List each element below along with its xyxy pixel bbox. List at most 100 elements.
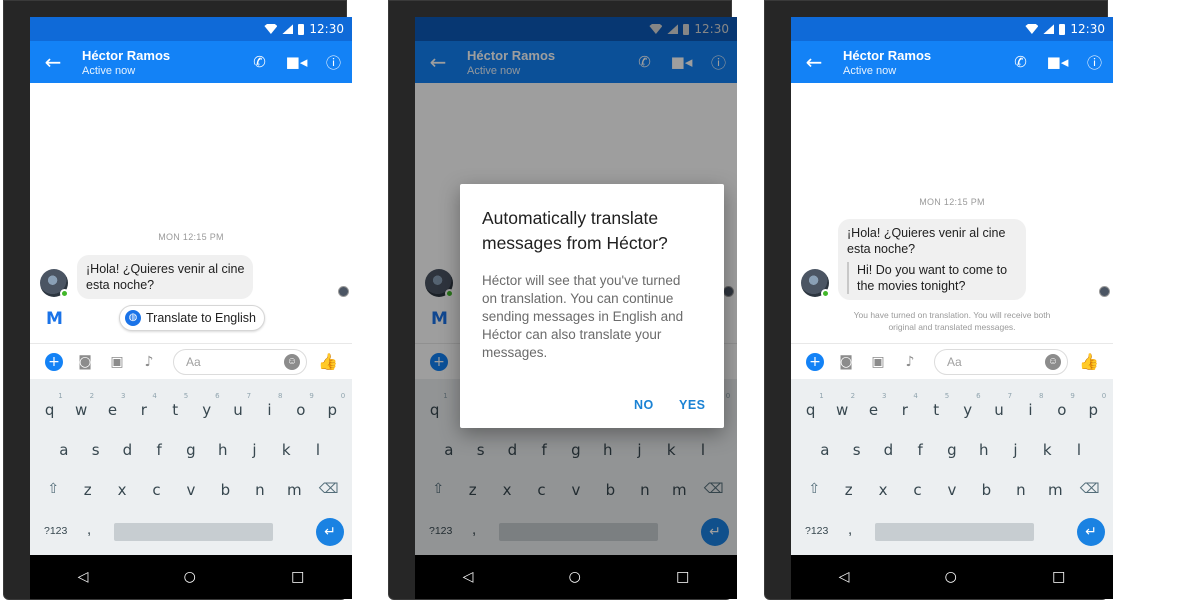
camera-icon[interactable]: ◙ (69, 354, 101, 370)
translate-suggestion-chip[interactable]: ◍ Translate to English (119, 305, 266, 331)
message-bubble[interactable]: ¡Hola! ¿Quieres venir al cine esta noche… (77, 255, 254, 299)
key[interactable]: v (177, 481, 205, 499)
shift-icon[interactable]: ⇧ (800, 481, 828, 499)
square-recents-icon[interactable]: □ (291, 569, 304, 585)
key[interactable]: b (211, 481, 239, 499)
key[interactable]: 8i (1016, 392, 1044, 419)
microphone-icon[interactable]: ♪ (894, 354, 926, 370)
key[interactable]: 4r (130, 392, 158, 419)
key[interactable]: 2w (828, 392, 856, 419)
comma-key[interactable]: , (87, 521, 91, 538)
space-bar[interactable] (875, 523, 1034, 541)
key[interactable]: n (246, 481, 274, 499)
triangle-back-icon[interactable]: ◁ (839, 569, 850, 585)
contact-header[interactable]: Héctor Ramos Active now (837, 48, 1002, 77)
message-input[interactable]: Aa ☺ (173, 348, 307, 375)
key[interactable]: v (938, 481, 966, 499)
avatar[interactable] (801, 269, 830, 298)
key[interactable]: z (835, 481, 863, 499)
square-recents-icon[interactable]: □ (676, 569, 689, 585)
key[interactable]: f (906, 441, 934, 459)
key[interactable]: j (240, 441, 268, 459)
key[interactable]: 3e (98, 392, 126, 419)
image-icon[interactable]: ▣ (101, 354, 133, 370)
phone-icon[interactable]: ✆ (241, 53, 278, 71)
circle-home-icon[interactable]: ○ (945, 569, 957, 585)
info-icon[interactable]: ⓘ (315, 52, 352, 73)
video-camera-icon[interactable]: ■◂ (278, 53, 315, 71)
key[interactable]: k (272, 441, 300, 459)
key[interactable]: h (970, 441, 998, 459)
key[interactable]: c (904, 481, 932, 499)
thumbs-up-icon[interactable]: 👍 (318, 352, 338, 371)
shift-icon[interactable]: ⇧ (39, 481, 67, 499)
key[interactable]: c (143, 481, 171, 499)
camera-icon[interactable]: ◙ (830, 354, 862, 370)
thumbs-up-icon[interactable]: 👍 (1079, 352, 1099, 371)
key[interactable]: 0p (1079, 392, 1107, 419)
back-arrow-icon[interactable]: ← (30, 50, 76, 74)
backspace-icon[interactable]: ⌫ (1076, 481, 1104, 499)
image-icon[interactable]: ▣ (862, 354, 894, 370)
phone-icon[interactable]: ✆ (1002, 53, 1039, 71)
key[interactable]: m (280, 481, 308, 499)
plus-icon[interactable]: + (45, 352, 63, 371)
backspace-icon[interactable]: ⌫ (315, 481, 343, 499)
microphone-icon[interactable]: ♪ (133, 354, 165, 370)
key[interactable]: g (177, 441, 205, 459)
emoji-icon[interactable]: ☺ (1045, 353, 1061, 370)
key[interactable]: 8i (255, 392, 283, 419)
message-bubble[interactable]: ¡Hola! ¿Quieres venir al cine esta noche… (838, 219, 1026, 300)
space-bar[interactable] (114, 523, 273, 541)
key[interactable]: 9o (287, 392, 315, 419)
key[interactable]: 5t (922, 392, 950, 419)
triangle-back-icon[interactable]: ◁ (78, 569, 89, 585)
key[interactable]: k (1033, 441, 1061, 459)
key[interactable]: z (74, 481, 102, 499)
key[interactable]: 0p (318, 392, 346, 419)
key[interactable]: 1q (36, 392, 64, 419)
contact-header[interactable]: Héctor Ramos Active now (76, 48, 241, 77)
key[interactable]: 5t (161, 392, 189, 419)
key[interactable]: g (938, 441, 966, 459)
key[interactable]: 6y (954, 392, 982, 419)
key[interactable]: j (1001, 441, 1029, 459)
key[interactable]: d (113, 441, 141, 459)
key[interactable]: 4r (891, 392, 919, 419)
key[interactable]: 9o (1048, 392, 1076, 419)
info-icon[interactable]: ⓘ (1076, 52, 1113, 73)
key[interactable]: n (1007, 481, 1035, 499)
m-assistant-icon[interactable]: M (46, 309, 63, 329)
key[interactable]: l (304, 441, 332, 459)
key[interactable]: 1q (797, 392, 825, 419)
key[interactable]: d (874, 441, 902, 459)
key[interactable]: x (108, 481, 136, 499)
back-arrow-icon[interactable]: ← (791, 50, 837, 74)
key[interactable]: a (50, 441, 78, 459)
no-button[interactable]: NO (634, 398, 654, 412)
key[interactable]: 3e (859, 392, 887, 419)
plus-icon[interactable]: + (806, 352, 824, 371)
key[interactable]: f (145, 441, 173, 459)
key[interactable]: x (869, 481, 897, 499)
key[interactable]: 6y (193, 392, 221, 419)
emoji-icon[interactable]: ☺ (284, 353, 300, 370)
key[interactable]: 2w (67, 392, 95, 419)
circle-home-icon[interactable]: ○ (184, 569, 196, 585)
symbols-key[interactable]: ?123 (805, 525, 828, 537)
triangle-back-icon[interactable]: ◁ (463, 569, 474, 585)
key[interactable]: b (972, 481, 1000, 499)
comma-key[interactable]: , (848, 521, 852, 538)
key[interactable]: 7u (985, 392, 1013, 419)
yes-button[interactable]: YES (679, 398, 706, 412)
key[interactable]: l (1065, 441, 1093, 459)
square-recents-icon[interactable]: □ (1052, 569, 1065, 585)
key[interactable]: m (1041, 481, 1069, 499)
key[interactable]: h (209, 441, 237, 459)
key[interactable]: s (843, 441, 871, 459)
message-input[interactable]: Aa ☺ (934, 348, 1068, 375)
key[interactable]: a (811, 441, 839, 459)
symbols-key[interactable]: ?123 (44, 525, 67, 537)
key[interactable]: s (82, 441, 110, 459)
enter-icon[interactable]: ↵ (1077, 518, 1105, 546)
